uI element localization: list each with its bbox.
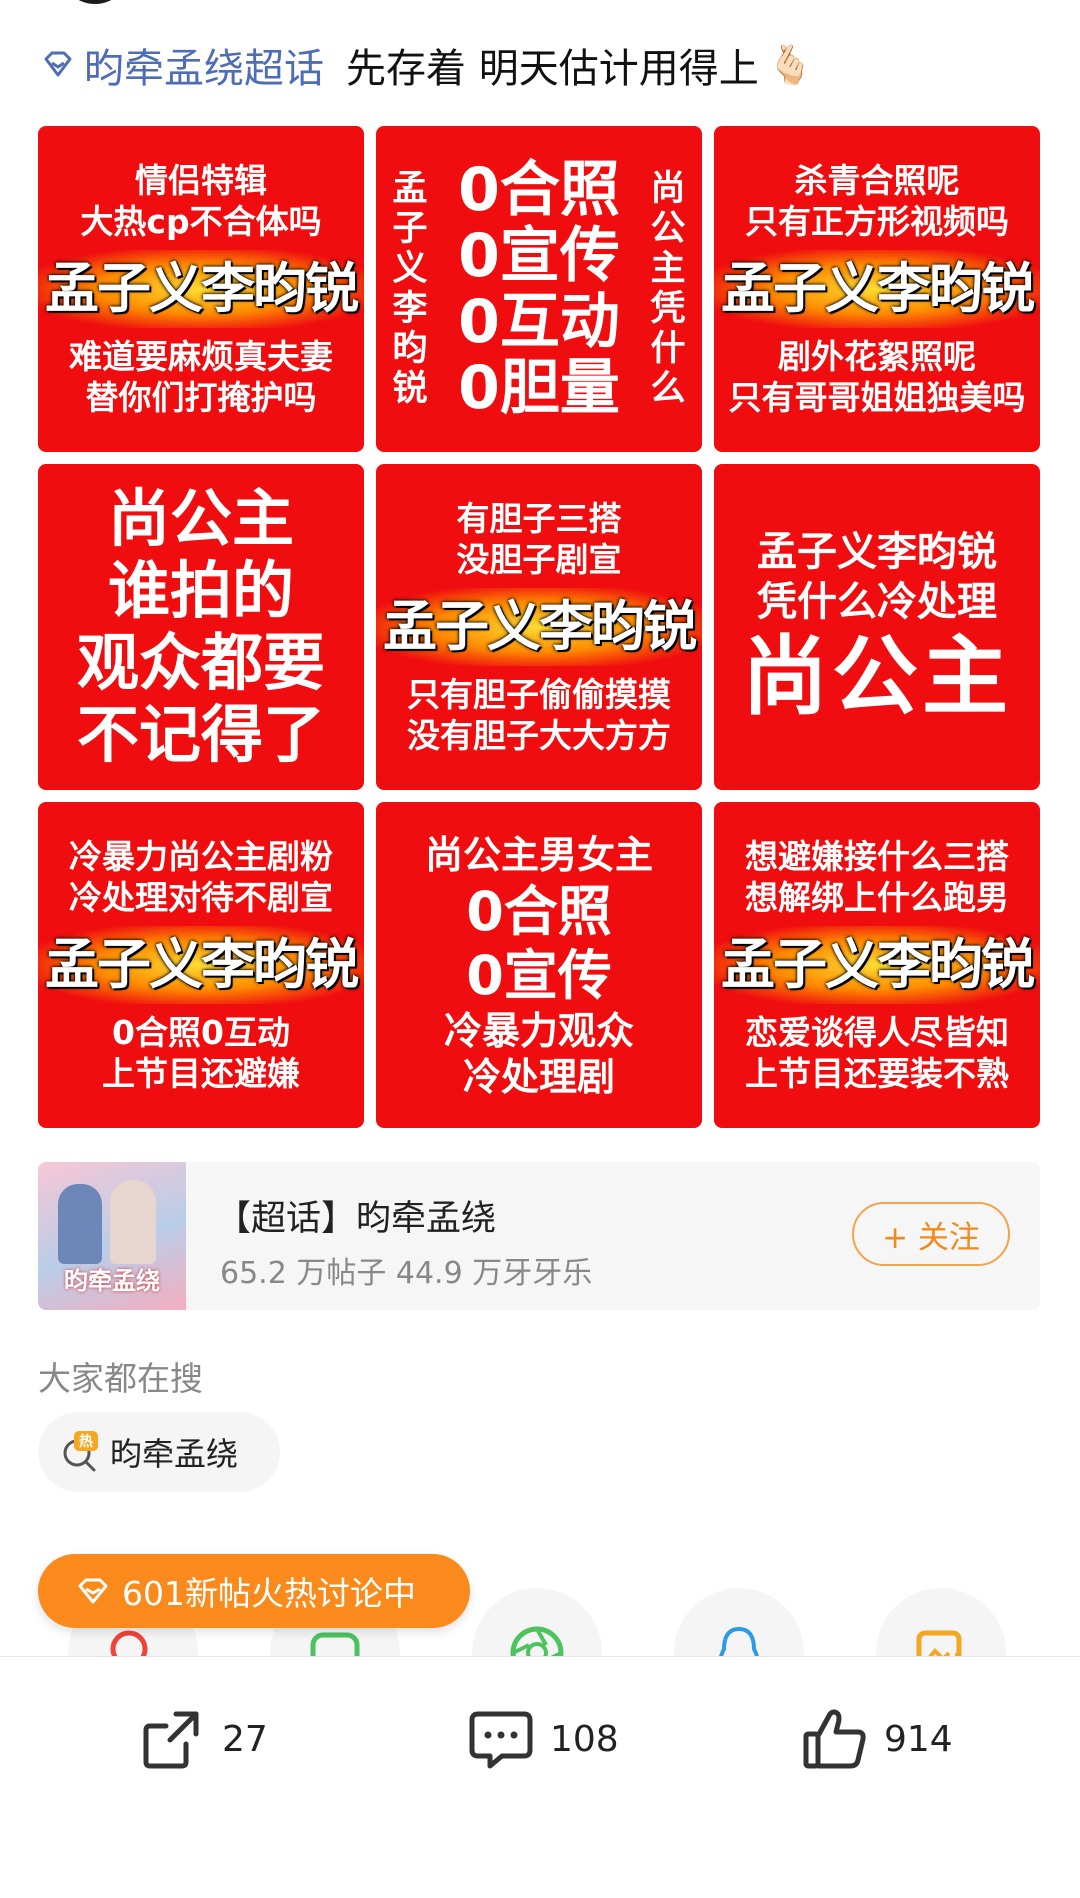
share-icon <box>143 1711 199 1769</box>
image-text: 情侣特辑 <box>135 161 267 200</box>
comment-count: 108 <box>550 1718 619 1760</box>
grid-image-3[interactable]: 杀青合照呢 只有正方形视频吗 孟子义李昀锐 剧外花絮照呢 只有哥哥姐姐独美吗 <box>714 126 1040 452</box>
image-headline: 0合照 0宣传 0互动 0胆量 <box>458 155 620 423</box>
image-text: 冷暴力尚公主剧粉 <box>69 837 333 876</box>
like-button[interactable]: 914 <box>800 1699 953 1779</box>
image-text: 大热cp不合体吗 <box>80 202 322 241</box>
image-text: 只有哥哥姐姐独美吗 <box>728 378 1026 417</box>
image-text: 想避嫌接什么三搭 <box>745 837 1009 876</box>
search-heading: 大家都在搜 <box>38 1359 203 1398</box>
topic-stats: 65.2 万帖子 44.9 万牙牙乐 <box>220 1256 593 1291</box>
image-headline: 尚公主 <box>742 627 1012 727</box>
follow-button[interactable]: + 关注 <box>852 1202 1010 1266</box>
heart-hand-emoji: 🫰🏻 <box>766 42 815 87</box>
image-headline: 孟子义李昀锐 <box>714 926 1040 1004</box>
search-chip-label: 昀牵孟绕 <box>110 1435 239 1473</box>
grid-image-1[interactable]: 情侣特辑 大热cp不合体吗 孟子义李昀锐 难道要麻烦真夫妻 替你们打掩护吗 <box>38 126 364 452</box>
like-count: 914 <box>884 1718 953 1760</box>
grid-image-4[interactable]: 尚公主 谁拍的 观众都要 不记得了 <box>38 464 364 790</box>
image-text: 凭什么冷处理 <box>757 579 997 625</box>
svg-text:热: 热 <box>79 1433 93 1450</box>
vertical-text-right: 尚公主 凭什么 <box>650 169 686 409</box>
grid-image-9[interactable]: 想避嫌接什么三搭 想解绑上什么跑男 孟子义李昀锐 恋爱谈得人尽皆知 上节目还要装… <box>714 802 1040 1128</box>
diamond-icon <box>78 1578 108 1604</box>
image-text: 只有胆子偷偷摸摸 <box>407 675 671 714</box>
image-text: 不记得了 <box>76 698 325 771</box>
image-text: 冷暴力观众 <box>443 1009 634 1053</box>
hot-search-icon: 热 <box>63 1431 98 1472</box>
image-text: 尚公主男女主 <box>424 833 653 877</box>
topic-cover-text: 昀牵孟绕 <box>64 1267 160 1295</box>
image-text: 有胆子三搭 <box>456 499 622 538</box>
image-text: 冷处理对待不剧宣 <box>69 878 333 917</box>
repost-button[interactable]: 27 <box>138 1699 268 1779</box>
avatar[interactable] <box>60 0 130 4</box>
image-headline: 孟子义李昀锐 <box>38 926 364 1004</box>
image-text: 上节目还要装不熟 <box>745 1054 1009 1093</box>
image-headline: 孟子义李昀锐 <box>376 588 702 666</box>
image-headline: 0宣传 <box>466 944 612 1007</box>
image-text: 剧外花絮照呢 <box>778 337 976 376</box>
image-text: 谁拍的 <box>107 554 294 627</box>
image-text: 尚公主 <box>107 482 294 555</box>
image-text: 没有胆子大大方方 <box>407 716 671 755</box>
image-text: 0合照0互动 <box>112 1013 290 1052</box>
image-text: 恋爱谈得人尽皆知 <box>745 1013 1009 1052</box>
image-text: 冷处理剧 <box>462 1055 615 1099</box>
image-text: 上节目还避嫌 <box>102 1054 300 1093</box>
bottom-action-bar: 27 108 914 <box>0 1656 1080 1898</box>
hot-discussion-label: 601新帖火热讨论中 <box>122 1574 416 1613</box>
vertical-text-left: 孟子义 李昀锐 <box>392 169 428 409</box>
grid-image-7[interactable]: 冷暴力尚公主剧粉 冷处理对待不剧宣 孟子义李昀锐 0合照0互动 上节目还避嫌 <box>38 802 364 1128</box>
image-headline: 孟子义李昀锐 <box>714 250 1040 328</box>
grid-image-5[interactable]: 有胆子三搭 没胆子剧宣 孟子义李昀锐 只有胆子偷偷摸摸 没有胆子大大方方 <box>376 464 702 790</box>
image-text: 观众都要 <box>76 626 325 699</box>
grid-image-2[interactable]: 孟子义 李昀锐 0合照 0宣传 0互动 0胆量 尚公主 凭什么 <box>376 126 702 452</box>
thumbs-up-icon <box>803 1709 866 1769</box>
diamond-topic-icon <box>44 51 72 77</box>
grid-image-6[interactable]: 孟子义李昀锐 凭什么冷处理 尚公主 <box>714 464 1040 790</box>
repost-count: 27 <box>222 1718 268 1760</box>
image-text: 想解绑上什么跑男 <box>745 878 1009 917</box>
image-text: 替你们打掩护吗 <box>85 378 317 417</box>
image-text: 只有正方形视频吗 <box>745 202 1009 241</box>
image-headline: 孟子义李昀锐 <box>38 250 364 328</box>
image-text: 没胆子剧宣 <box>456 540 622 579</box>
comment-button[interactable]: 108 <box>466 1699 619 1779</box>
grid-image-8[interactable]: 尚公主男女主 0合照 0宣传 冷暴力观众 冷处理剧 <box>376 802 702 1128</box>
image-headline: 0合照 <box>466 880 612 943</box>
hot-discussion-banner[interactable]: 601新帖火热讨论中 <box>38 1554 470 1628</box>
comment-icon <box>469 1711 533 1769</box>
topic-link[interactable]: 昀牵孟绕超话 <box>84 36 324 94</box>
search-suggestion-chip[interactable]: 热 昀牵孟绕 <box>38 1412 280 1492</box>
image-text: 孟子义李昀锐 <box>757 529 997 575</box>
topic-cover-image: 昀牵孟绕 <box>38 1162 186 1310</box>
image-grid: 情侣特辑 大热cp不合体吗 孟子义李昀锐 难道要麻烦真夫妻 替你们打掩护吗 孟子… <box>38 126 1040 1128</box>
topic-name[interactable]: 【超话】昀牵孟绕 <box>216 1190 496 1241</box>
image-text: 杀青合照呢 <box>794 161 960 200</box>
image-text: 难道要麻烦真夫妻 <box>69 337 333 376</box>
post-text: 昀牵孟绕超话 先存着 明天估计用得上 🫰🏻 <box>38 30 814 100</box>
supertopic-card[interactable]: 昀牵孟绕 【超话】昀牵孟绕 65.2 万帖子 44.9 万牙牙乐 + 关注 <box>38 1162 1040 1310</box>
post-body: 先存着 明天估计用得上 <box>346 46 759 92</box>
